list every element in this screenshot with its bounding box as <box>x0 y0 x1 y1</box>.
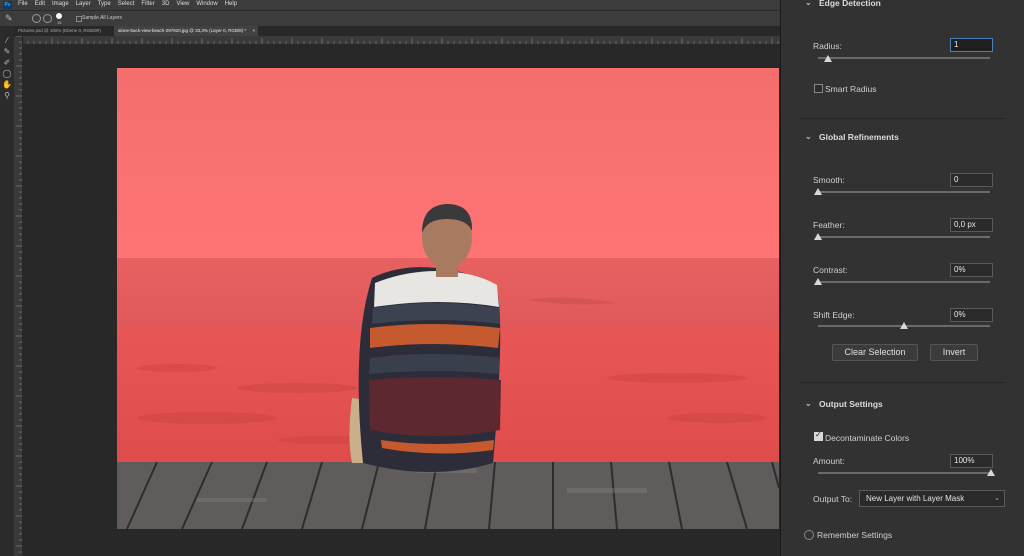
amount-label: Amount: <box>813 456 845 466</box>
document-image[interactable] <box>117 68 779 529</box>
menu-items: File Edit Image Layer Type Select Filter 3D View… <box>18 1 237 7</box>
radius-input[interactable]: 1 <box>950 38 993 52</box>
menu-select[interactable]: Select <box>118 1 135 7</box>
chevron-down-icon[interactable]: ⌄ <box>805 399 812 408</box>
section-title: Edge Detection <box>819 0 881 8</box>
divider <box>801 118 1006 119</box>
amount-slider-thumb[interactable] <box>987 469 995 476</box>
shift-edge-slider-thumb[interactable] <box>900 322 908 329</box>
tab-beach-image[interactable]: alone-back-view-beach-297920.jpg @ 33,3%… <box>114 26 258 36</box>
hand-tool-icon[interactable]: ✋ <box>2 80 12 89</box>
options-bar: ✎ 15 Sample All Layers <box>0 10 780 27</box>
brush-subtract-icon[interactable] <box>43 14 52 23</box>
brush-add-icon[interactable] <box>32 14 41 23</box>
smooth-label: Smooth: <box>813 175 845 185</box>
beach-scene-image <box>117 68 779 529</box>
radius-label: Radius: <box>813 41 842 51</box>
section-edge-detection[interactable]: ⌄ Edge Detection <box>805 0 881 8</box>
menu-image[interactable]: Image <box>52 1 69 7</box>
properties-panel: ⌄ Edge Detection Radius: 1 Smart Radius … <box>780 0 1024 556</box>
contrast-label: Contrast: <box>813 265 848 275</box>
remember-settings-checkbox[interactable] <box>804 530 814 540</box>
section-global-refinements[interactable]: ⌄ Global Refinements <box>805 132 899 142</box>
sample-all-layers-label: Sample All Layers <box>82 15 123 21</box>
radius-slider-thumb[interactable] <box>824 55 832 62</box>
tool-bar: ⁄ ✎ ✐ ◯ ✋ ⚲ <box>0 26 15 556</box>
decontaminate-colors-checkbox[interactable] <box>814 430 823 441</box>
menu-file[interactable]: File <box>18 1 28 7</box>
output-to-label: Output To: <box>813 494 853 504</box>
chevron-down-icon: ⌄ <box>994 495 1000 502</box>
section-output-settings[interactable]: ⌄ Output Settings <box>805 399 883 409</box>
section-title: Global Refinements <box>819 132 899 142</box>
close-icon[interactable]: × <box>252 26 255 36</box>
output-to-value: New Layer with Layer Mask <box>866 494 965 503</box>
feather-slider-thumb[interactable] <box>814 233 822 240</box>
brush-tool-icon[interactable]: ✐ <box>2 58 12 67</box>
menu-window[interactable]: Window <box>196 1 217 7</box>
zoom-tool-icon[interactable]: ⚲ <box>2 91 12 100</box>
clear-selection-button[interactable]: Clear Selection <box>832 344 918 361</box>
contrast-slider-track[interactable] <box>818 281 990 283</box>
radius-slider-track[interactable] <box>818 57 990 59</box>
smooth-slider-thumb[interactable] <box>814 188 822 195</box>
feather-input[interactable]: 0,0 px <box>950 218 993 232</box>
brush-tool-icon[interactable]: ✎ <box>5 13 13 24</box>
divider <box>801 382 1006 383</box>
menu-bar: Ps File Edit Image Layer Type Select Filter 3D V… <box>0 0 780 10</box>
tab-label: alone-back-view-beach-297920.jpg @ 33,3%… <box>118 28 247 33</box>
smooth-slider-track[interactable] <box>818 191 990 193</box>
brush-size-picker[interactable] <box>56 13 62 19</box>
invert-button[interactable]: Invert <box>930 344 978 361</box>
amount-input[interactable]: 100% <box>950 454 993 468</box>
contrast-slider-thumb[interactable] <box>814 278 822 285</box>
chevron-down-icon[interactable]: ⌄ <box>805 0 812 7</box>
menu-view[interactable]: View <box>176 1 189 7</box>
photoshop-logo-icon: Ps <box>3 1 12 9</box>
amount-slider-track[interactable] <box>818 472 990 474</box>
remember-settings-label: Remember Settings <box>817 530 893 540</box>
feather-slider-track[interactable] <box>818 236 990 238</box>
menu-type[interactable]: Type <box>98 1 111 7</box>
brush-size-value: 15 <box>57 20 62 25</box>
menu-3d[interactable]: 3D <box>162 1 170 7</box>
refine-brush-tool-icon[interactable]: ✎ <box>2 47 12 56</box>
shift-edge-label: Shift Edge: <box>813 310 855 320</box>
smart-radius-label: Smart Radius <box>825 84 877 94</box>
menu-layer[interactable]: Layer <box>76 1 91 7</box>
smart-radius-checkbox[interactable] <box>814 84 823 93</box>
section-title: Output Settings <box>819 399 883 409</box>
menu-help[interactable]: Help <box>225 1 237 7</box>
tab-label: Pictures.psd @ 100% (Ebene 0, RGB/8#) <box>18 28 101 33</box>
menu-filter[interactable]: Filter <box>141 1 154 7</box>
feather-label: Feather: <box>813 220 845 230</box>
smooth-input[interactable]: 0 <box>950 173 993 187</box>
decontaminate-colors-label: Decontaminate Colors <box>825 433 910 443</box>
document-tab-bar: Pictures.psd @ 100% (Ebene 0, RGB/8#) al… <box>14 26 780 36</box>
menu-edit[interactable]: Edit <box>35 1 45 7</box>
quick-selection-tool-icon[interactable]: ⁄ <box>2 36 12 45</box>
tab-pictures[interactable]: Pictures.psd @ 100% (Ebene 0, RGB/8#) <box>14 26 114 36</box>
contrast-input[interactable]: 0% <box>950 263 993 277</box>
shift-edge-input[interactable]: 0% <box>950 308 993 322</box>
lasso-tool-icon[interactable]: ◯ <box>2 69 12 78</box>
output-to-dropdown[interactable]: New Layer with Layer Mask ⌄ <box>859 490 1005 507</box>
chevron-down-icon[interactable]: ⌄ <box>805 132 812 141</box>
